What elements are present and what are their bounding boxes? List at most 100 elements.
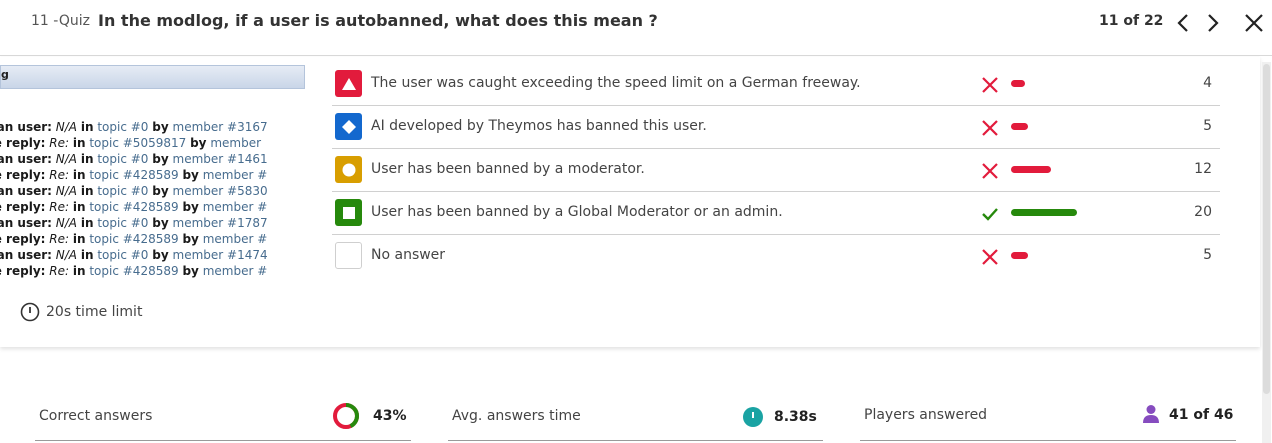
modlog-member[interactable]: member #1474 (173, 248, 268, 262)
diamond-icon (335, 113, 362, 140)
modlog-member[interactable]: member # (203, 232, 268, 246)
modlog-subject: N/A (55, 216, 78, 230)
cross-icon (980, 161, 1000, 181)
cross-icon (980, 75, 1000, 95)
answer-share-bar (1011, 80, 1025, 87)
modlog-topic[interactable]: topic #0 (97, 216, 148, 230)
stat-avg-time: Avg. answers time 8.38s (448, 395, 823, 441)
modlog-mid: in (72, 232, 86, 246)
modlog-by: by (182, 264, 199, 278)
modlog-by: by (152, 120, 169, 134)
modlog-subject: N/A (55, 248, 78, 262)
modlog-subject: N/A (55, 184, 78, 198)
correct-ring-icon (333, 403, 359, 429)
modlog-mid: in (72, 136, 86, 150)
modlog-mid: in (80, 184, 94, 198)
modlog-member[interactable]: member (210, 136, 261, 150)
players-answered-value: 41 of 46 (1169, 407, 1234, 423)
modlog-topic[interactable]: topic #0 (97, 120, 148, 134)
modlog-topic[interactable]: topic #0 (97, 248, 148, 262)
square-icon (335, 199, 362, 226)
modlog-header: g (0, 65, 305, 89)
modlog-mid: in (80, 120, 94, 134)
modlog-mid: in (72, 264, 86, 278)
modlog-subject: N/A (55, 120, 78, 134)
modlog-topic[interactable]: topic #428589 (89, 232, 178, 246)
cross-icon (980, 247, 1000, 267)
modlog-topic[interactable]: topic #0 (97, 152, 148, 166)
check-icon (980, 204, 1000, 224)
question-counter: 11 of 22 (1099, 13, 1164, 29)
answer-text: No answer (371, 247, 446, 263)
modlog-subject: Re: (49, 264, 70, 278)
avg-time-label: Avg. answers time (452, 408, 581, 424)
modlog-member[interactable]: member # (203, 264, 268, 278)
modlog-topic[interactable]: topic #428589 (89, 168, 178, 182)
chevron-right-icon (1208, 14, 1219, 32)
modlog-line: ban user: N/A in topic #0 by member #178… (0, 215, 305, 231)
modlog-topic[interactable]: topic #0 (97, 184, 148, 198)
modlog-line: ban user: N/A in topic #0 by member #147… (0, 247, 305, 263)
modlog-mid: in (72, 168, 86, 182)
circle-icon (335, 156, 362, 183)
modlog-line: te reply: Re: in topic #5059817 by membe… (0, 135, 305, 151)
answer-text: User has been banned by a Global Moderat… (371, 204, 783, 220)
modlog-line: te reply: Re: in topic #428589 by member… (0, 231, 305, 247)
answer-share-bar (1011, 123, 1028, 130)
modlog-action: te reply: (0, 200, 46, 214)
answer-text: User has been banned by a moderator. (371, 161, 645, 177)
modlog-member[interactable]: member #1461 (173, 152, 268, 166)
modlog-topic[interactable]: topic #5059817 (89, 136, 186, 150)
modlog-action: te reply: (0, 136, 46, 150)
players-answered-label: Players answered (864, 407, 988, 423)
timer-icon (743, 407, 763, 427)
modlog-topic[interactable]: topic #428589 (89, 200, 178, 214)
timer-icon (20, 302, 40, 322)
answer-list: The user was caught exceeding the speed … (332, 63, 1220, 278)
modlog-by: by (182, 200, 199, 214)
person-icon (1143, 405, 1159, 423)
close-icon (1245, 14, 1263, 32)
modlog-mid: in (72, 200, 86, 214)
time-limit-label: 20s time limit (46, 304, 143, 320)
modlog-member[interactable]: member #3167 (173, 120, 268, 134)
answer-count: 20 (1194, 204, 1212, 220)
quiz-label: 11 -Quiz (31, 13, 90, 29)
answer-text: AI developed by Theymos has banned this … (371, 118, 707, 134)
modlog-member[interactable]: member # (203, 200, 268, 214)
modlog-action: te reply: (0, 264, 46, 278)
answer-share-bar (1011, 209, 1077, 216)
close-button[interactable] (1240, 10, 1268, 36)
answer-row: User has been banned by a Global Moderat… (332, 192, 1220, 235)
modlog-action: ban user: (0, 184, 52, 198)
chevron-left-icon (1177, 14, 1188, 32)
modlog-member[interactable]: member # (203, 168, 268, 182)
answer-row: The user was caught exceeding the speed … (332, 63, 1220, 106)
modlog-action: te reply: (0, 232, 46, 246)
cross-icon (980, 118, 1000, 138)
modlog-by: by (152, 184, 169, 198)
modlog-action: ban user: (0, 216, 52, 230)
modlog-action: ban user: (0, 152, 52, 166)
scrollbar-thumb[interactable] (1263, 64, 1270, 394)
answer-count: 5 (1203, 118, 1212, 134)
modlog-subject: N/A (55, 152, 78, 166)
modlog-topic[interactable]: topic #428589 (89, 264, 178, 278)
triangle-icon (335, 70, 362, 97)
answer-share-bar (1011, 166, 1051, 173)
stat-players-answered: Players answered 41 of 46 (860, 395, 1236, 441)
previous-question-button[interactable] (1172, 10, 1194, 36)
modlog-member[interactable]: member #5830 (173, 184, 268, 198)
modlog-action: ban user: (0, 248, 52, 262)
modlog-lines: ban user: N/A in topic #0 by member #316… (0, 119, 305, 279)
answer-count: 12 (1194, 161, 1212, 177)
modlog-line: te reply: Re: in topic #428589 by member… (0, 199, 305, 215)
next-question-button[interactable] (1202, 10, 1224, 36)
answer-count: 4 (1203, 75, 1212, 91)
modlog-subject: Re: (49, 168, 70, 182)
question-results-card: g ban user: N/A in topic #0 by member #3… (0, 57, 1260, 347)
no-answer-box (335, 242, 362, 269)
modlog-member[interactable]: member #1787 (173, 216, 268, 230)
modlog-by: by (152, 248, 169, 262)
modlog-by: by (190, 136, 207, 150)
